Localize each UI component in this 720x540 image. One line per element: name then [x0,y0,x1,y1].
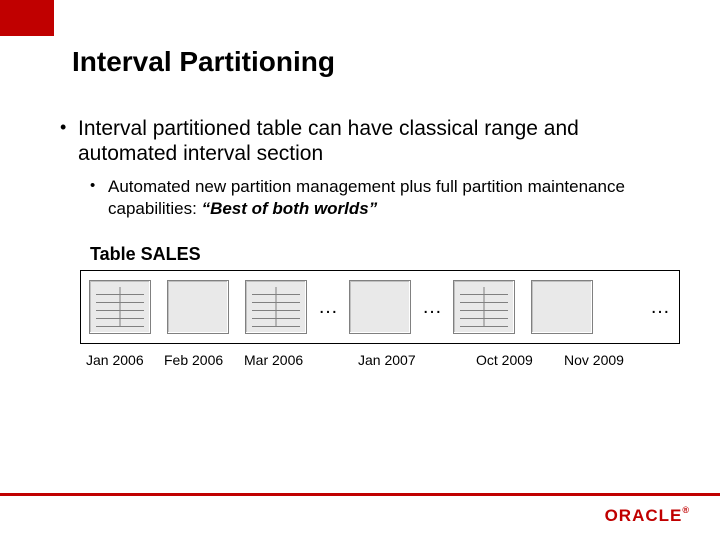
partition-label: Jan 2007 [358,352,416,368]
table-label: Table SALES [90,244,201,265]
partition-captions: Jan 2006 Feb 2006 Mar 2006 Jan 2007 Oct … [80,352,680,372]
oracle-logo: ORACLE® [605,506,690,526]
partition-label: Mar 2006 [244,352,303,368]
partition-label: Nov 2009 [564,352,624,368]
partition-box [349,280,411,334]
partition-box [167,280,229,334]
bullet-list: Interval partitioned table can have clas… [60,116,680,219]
accent-block [0,0,54,36]
oracle-logo-text: ORACLE [605,506,683,525]
partition-box [453,280,515,334]
slide-title: Interval Partitioning [72,46,335,78]
partition-box [531,280,593,334]
partition-label: Feb 2006 [164,352,223,368]
slide: Interval Partitioning Interval partition… [0,0,720,540]
partition-label: Jan 2006 [86,352,144,368]
bullet-level2-emph: “Best of both worlds” [202,199,378,218]
partition-strip: … … … [80,270,680,344]
partition-label: Oct 2009 [476,352,533,368]
footer-divider [0,493,720,496]
bullet-level1: Interval partitioned table can have clas… [60,116,680,166]
oracle-logo-reg: ® [682,505,690,515]
ellipsis: … [419,296,445,319]
partition-box [89,280,151,334]
bullet-level2: Automated new partition management plus … [90,176,680,219]
ellipsis: … [647,296,673,319]
partition-box [245,280,307,334]
ellipsis: … [315,296,341,319]
